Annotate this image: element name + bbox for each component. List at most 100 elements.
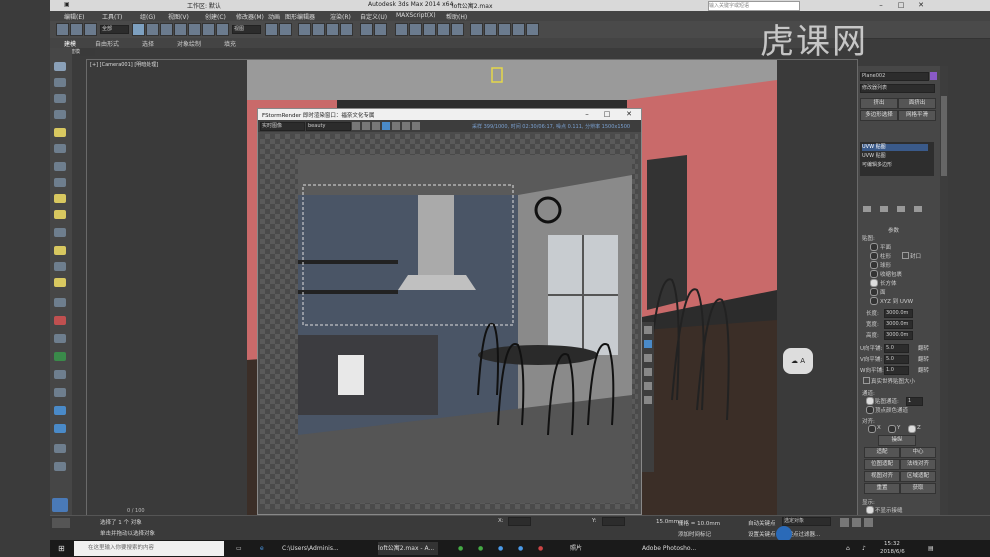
region-fit-button[interactable]: 区域适配: [900, 471, 936, 482]
activeshade-icon[interactable]: [526, 23, 539, 36]
reference-coord-select[interactable]: 视图: [232, 25, 261, 34]
wechat-icon[interactable]: ●: [458, 542, 470, 555]
world-icon[interactable]: [54, 406, 66, 415]
close-button[interactable]: ✕: [912, 0, 930, 11]
percent-snap-icon[interactable]: [326, 23, 339, 36]
camera-icon[interactable]: [54, 144, 66, 153]
fstorm-stop-icon[interactable]: [372, 122, 380, 130]
taskbar-item-3dsmax[interactable]: loft公寓2.max - A...: [378, 542, 438, 555]
particle-icon[interactable]: [54, 298, 66, 307]
start-icon[interactable]: ⊞: [58, 542, 68, 555]
fstorm-play-icon[interactable]: [352, 122, 360, 130]
center-button[interactable]: 中心: [900, 447, 936, 458]
curve-editor-icon[interactable]: [423, 23, 436, 36]
cylinder-icon[interactable]: [54, 110, 66, 119]
length-field[interactable]: 3000.0m: [884, 309, 913, 318]
show-end-result-icon[interactable]: [880, 206, 888, 212]
menu-customize[interactable]: 自定义(U): [360, 12, 387, 21]
float-tool-1-icon[interactable]: [644, 326, 652, 334]
light-icon[interactable]: [54, 128, 66, 137]
window-crossing-icon[interactable]: [174, 23, 187, 36]
helper-icon[interactable]: [54, 162, 66, 171]
menu-tools[interactable]: 工具(T): [102, 12, 122, 21]
clone-icon[interactable]: [54, 444, 66, 453]
search-input[interactable]: 输入关键字或短语: [708, 1, 800, 11]
manipulate-button[interactable]: 操纵: [878, 435, 916, 446]
menu-edit[interactable]: 编辑(E): [64, 12, 84, 21]
viewport-label[interactable]: [+] [Camera001] [明暗处理]: [90, 61, 158, 68]
omni-light-icon[interactable]: [54, 194, 66, 203]
meshsmooth-button[interactable]: 网格平滑: [898, 110, 936, 121]
spacewarp-icon[interactable]: [54, 178, 66, 187]
maxscript-listener-icon[interactable]: [52, 518, 70, 528]
timeline-label[interactable]: 0 / 100: [127, 508, 145, 514]
object-name-field[interactable]: Plane002: [860, 72, 929, 81]
graphite-icon[interactable]: [409, 23, 422, 36]
radio-box[interactable]: [870, 279, 878, 287]
shape-icon[interactable]: [54, 262, 66, 271]
render-frame-icon[interactable]: [484, 23, 497, 36]
fstorm-minimize-button[interactable]: –: [578, 109, 596, 120]
ribbon-tab-object-paint[interactable]: 对象绘制: [177, 39, 201, 48]
menu-help[interactable]: 帮助(H): [446, 12, 467, 21]
bitmap-fit-button[interactable]: 位图适配: [864, 459, 900, 470]
qq-icon[interactable]: ●: [478, 542, 490, 555]
viewport-thumb-icon[interactable]: [52, 498, 68, 512]
acquire-button[interactable]: 获取: [900, 483, 936, 494]
layer-manager-icon[interactable]: [395, 23, 408, 36]
render-image[interactable]: [298, 155, 632, 503]
edge-icon[interactable]: e: [260, 542, 272, 555]
menu-view[interactable]: 视图(V): [168, 12, 189, 21]
stack-item[interactable]: UVW 贴图: [862, 144, 928, 151]
float-tool-2-icon[interactable]: [644, 340, 652, 348]
fstorm-pause-icon[interactable]: [362, 122, 370, 130]
notification-icon[interactable]: ▤: [928, 542, 940, 555]
create-panel-icon[interactable]: [54, 62, 66, 71]
pivot-icon[interactable]: [265, 23, 278, 36]
ribbon-tab-selection[interactable]: 选择: [142, 39, 154, 48]
render-iterative-icon[interactable]: [512, 23, 525, 36]
maximize-button[interactable]: □: [892, 0, 910, 11]
link-icon[interactable]: [84, 23, 97, 36]
auto-key-label[interactable]: 自动关键点: [748, 519, 776, 527]
taskbar-item-photoshop[interactable]: Adobe Photosho...: [642, 542, 712, 555]
fstorm-channel-select[interactable]: beauty: [306, 122, 351, 131]
browser-icon[interactable]: ●: [518, 542, 530, 555]
pan-icon[interactable]: [54, 462, 66, 471]
radio-shrinkwrap[interactable]: [870, 270, 878, 278]
render-production-icon[interactable]: [498, 23, 511, 36]
app-icon-blue[interactable]: ●: [498, 542, 510, 555]
stack-item[interactable]: 可编辑多边形: [862, 162, 928, 169]
skylight-icon[interactable]: [54, 278, 66, 287]
add-time-tag[interactable]: 添加时间标记: [678, 530, 711, 538]
menu-maxscript[interactable]: MAXScript(X): [396, 12, 436, 19]
undo-icon[interactable]: [56, 23, 69, 36]
clock-time[interactable]: 15:32: [884, 541, 900, 547]
rectangle-select-icon[interactable]: [160, 23, 173, 36]
select-manipulate-icon[interactable]: [279, 23, 292, 36]
menu-animation[interactable]: 动画: [268, 12, 280, 21]
ribbon-tab-modeling[interactable]: 建模: [64, 39, 76, 48]
radio-axis-z[interactable]: [908, 425, 916, 433]
snaps-toggle-icon[interactable]: [298, 23, 311, 36]
rotate-icon[interactable]: [202, 23, 215, 36]
angle-snap-icon[interactable]: [312, 23, 325, 36]
align-icon[interactable]: [374, 23, 387, 36]
select-object-icon[interactable]: [132, 23, 145, 36]
set-key-label[interactable]: 设置关键点: [748, 530, 776, 538]
menu-modifiers[interactable]: 修改器(M): [236, 12, 264, 21]
y-coord-field[interactable]: [602, 517, 625, 526]
fstorm-close-button[interactable]: ✕: [620, 109, 638, 120]
fstorm-save-icon[interactable]: [392, 122, 400, 130]
spinner-snap-icon[interactable]: [340, 23, 353, 36]
v-tile-field[interactable]: 5.0: [884, 355, 909, 364]
select-by-name-icon[interactable]: [146, 23, 159, 36]
hierarchy-icon[interactable]: [54, 334, 66, 343]
radio-cylindrical[interactable]: [870, 252, 878, 260]
radio-map-channel[interactable]: [866, 397, 874, 405]
scale-icon[interactable]: [216, 23, 229, 36]
workspace-label[interactable]: 工作区: 默认: [187, 1, 221, 10]
spot-light-icon[interactable]: [54, 210, 66, 219]
radio-axis-x[interactable]: [868, 425, 876, 433]
key-set-select[interactable]: 选定对象: [782, 517, 831, 526]
